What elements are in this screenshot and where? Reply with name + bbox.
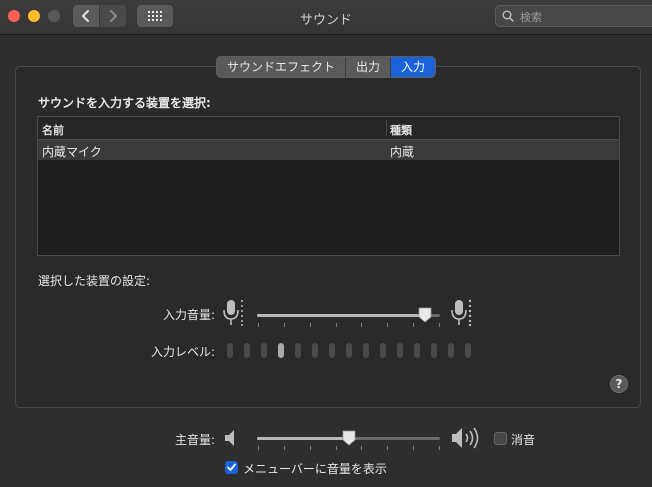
level-bar	[295, 343, 301, 358]
speaker-high-icon	[452, 427, 479, 449]
level-bar	[278, 343, 284, 358]
tab-bar: サウンドエフェクト 出力 入力	[216, 56, 437, 78]
search-input[interactable]	[518, 8, 642, 26]
column-divider	[386, 120, 387, 136]
search-icon	[502, 10, 514, 22]
output-volume-fill	[257, 437, 349, 440]
slider-tick	[361, 323, 363, 327]
checkmark-icon	[227, 463, 236, 471]
tab-output[interactable]: 出力	[346, 57, 392, 77]
tab-sound-effects[interactable]: サウンドエフェクト	[217, 57, 347, 77]
search-field[interactable]	[495, 5, 652, 27]
column-header-type[interactable]: 種類	[390, 122, 412, 138]
table-header: 名前 種類	[38, 117, 619, 140]
tab-input[interactable]: 入力	[391, 57, 436, 77]
input-volume-label: 入力音量:	[162, 308, 215, 322]
slider-tick	[413, 446, 415, 450]
level-bar	[431, 343, 437, 358]
slider-tick	[439, 323, 440, 327]
output-volume-thumb[interactable]	[342, 430, 356, 446]
slider-tick	[335, 446, 337, 450]
mute-checkbox[interactable]	[494, 432, 507, 445]
speaker-low-icon	[225, 430, 234, 446]
level-bar	[414, 343, 420, 358]
microphone-high-icon	[451, 299, 472, 327]
level-bar	[329, 343, 335, 358]
show-volume-in-menubar-label[interactable]: メニューバーに音量を表示	[243, 460, 387, 477]
slider-tick	[283, 323, 285, 327]
slider-tick	[361, 446, 363, 450]
help-button[interactable]: ?	[610, 375, 628, 393]
microphone-low-icon	[223, 300, 243, 326]
level-bar	[346, 343, 352, 358]
slider-tick	[258, 323, 259, 327]
slider-tick	[387, 323, 389, 327]
slider-tick	[309, 323, 311, 327]
input-volume-thumb[interactable]	[418, 307, 432, 323]
table-row[interactable]: 内蔵マイク 内蔵	[38, 140, 619, 160]
input-volume-slider[interactable]	[257, 314, 440, 317]
level-bar	[312, 343, 318, 358]
column-header-name[interactable]: 名前	[42, 122, 64, 138]
slider-tick	[258, 446, 259, 450]
level-bar	[227, 343, 233, 358]
output-volume-label: 主音量:	[174, 433, 215, 447]
slider-tick	[387, 446, 389, 450]
slider-tick	[283, 446, 285, 450]
device-name-cell: 内蔵マイク	[42, 145, 102, 159]
device-select-title: サウンドを入力する装置を選択:	[38, 96, 211, 110]
title-bar: サウンド	[0, 0, 652, 35]
show-volume-in-menubar-checkbox[interactable]	[225, 461, 238, 474]
level-bar	[397, 343, 403, 358]
level-bar	[465, 343, 471, 358]
level-bar	[244, 343, 250, 358]
device-table[interactable]: 名前 種類 内蔵マイク 内蔵	[37, 116, 620, 256]
device-type-cell: 内蔵	[390, 145, 415, 159]
input-level-label: 入力レベル:	[150, 345, 215, 359]
slider-tick	[439, 446, 440, 450]
slider-tick	[413, 323, 415, 327]
input-volume-fill	[257, 314, 426, 317]
slider-tick	[309, 446, 311, 450]
level-bar	[363, 343, 369, 358]
level-bar	[448, 343, 454, 358]
level-bar	[261, 343, 267, 358]
mute-label[interactable]: 消音	[511, 431, 535, 448]
settings-title: 選択した装置の設定:	[38, 274, 151, 288]
level-bar	[380, 343, 386, 358]
slider-tick	[335, 323, 337, 327]
